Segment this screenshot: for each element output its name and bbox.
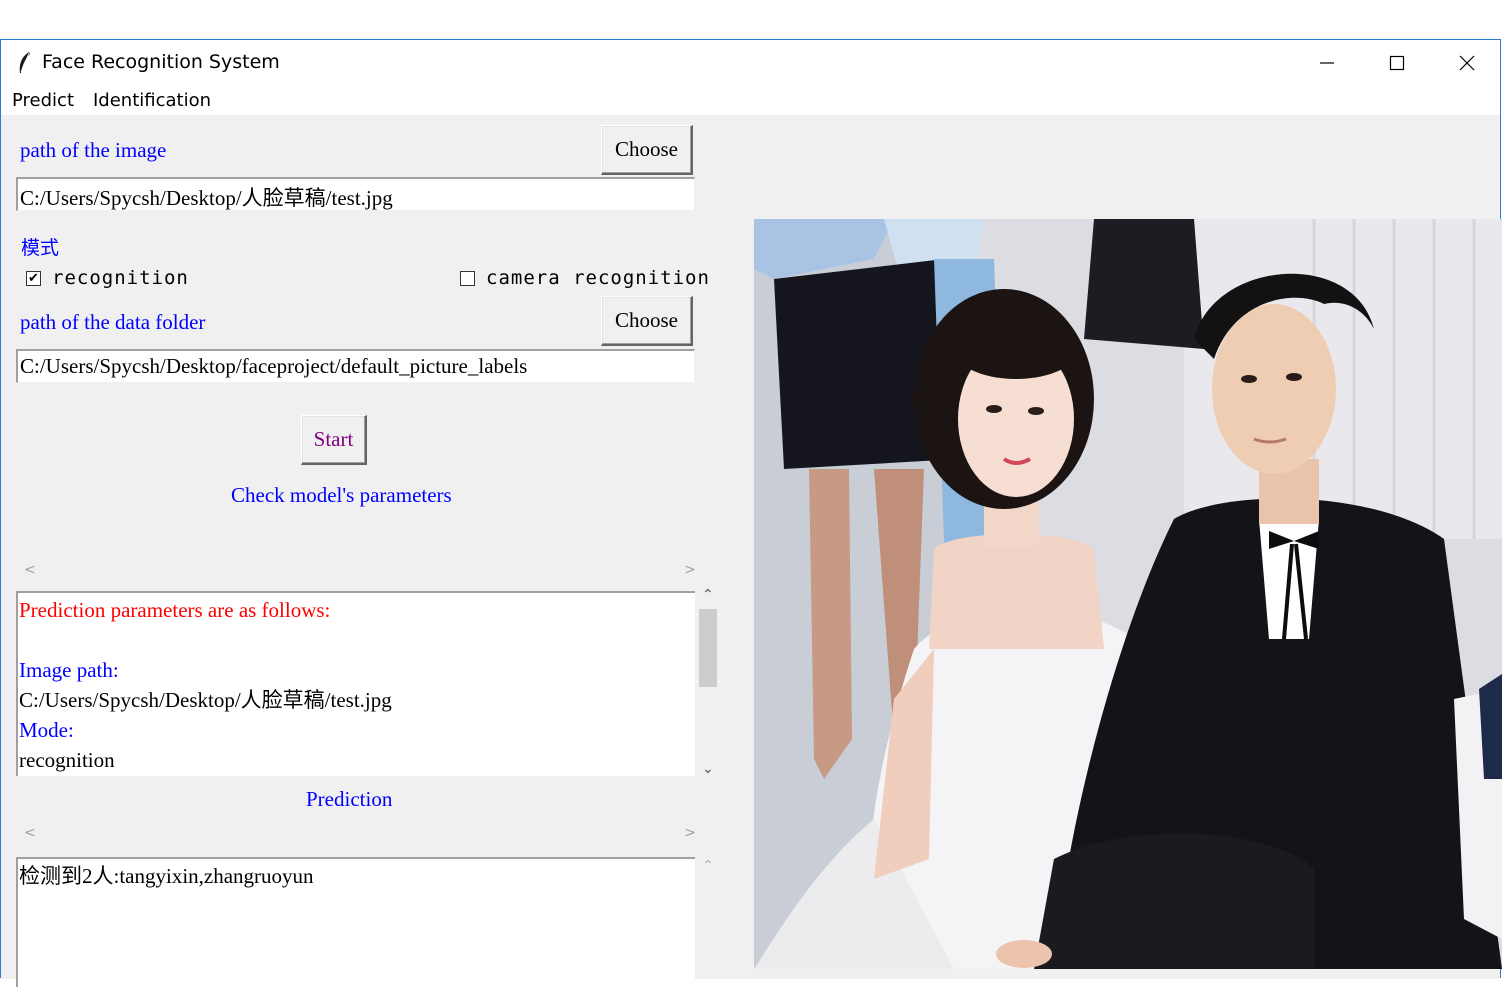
prediction-textbox[interactable]: 检测到2人:tangyixin,zhangruoyun (16, 857, 695, 987)
app-window: Face Recognition System Predict Identifi… (0, 39, 1502, 987)
menu-bar: Predict Identification (1, 85, 1500, 115)
face-photo (754, 219, 1502, 969)
choose-folder-button[interactable]: Choose (601, 296, 693, 346)
feather-icon (19, 52, 30, 73)
menu-identification[interactable]: Identification (93, 90, 211, 111)
maximize-button[interactable] (1363, 40, 1431, 85)
window-title: Face Recognition System (42, 51, 280, 73)
scroll-down-icon[interactable]: ⌄ (702, 761, 714, 777)
check-icon: ✔ (28, 271, 39, 286)
params-mode-value: recognition (19, 748, 115, 772)
prediction-label: Prediction (306, 787, 393, 811)
scroll-up-icon[interactable]: ⌃ (702, 587, 714, 603)
scroll-left-icon[interactable]: < (24, 562, 36, 578)
params-blank-line (19, 625, 694, 655)
start-button[interactable]: Start (301, 415, 367, 465)
minimize-button[interactable] (1293, 40, 1361, 85)
scroll-up-icon[interactable]: ⌃ (702, 858, 714, 874)
close-icon (1459, 55, 1475, 70)
data-folder-label: path of the data folder (20, 310, 206, 334)
data-folder-input[interactable]: C:/Users/Spycsh/Desktop/faceproject/defa… (16, 349, 695, 383)
params-scroll-thumb[interactable] (699, 609, 717, 687)
prediction-vertical-scrollbar[interactable]: ⌃ (697, 850, 719, 979)
recognition-checkbox-label: recognition (52, 267, 189, 289)
choose-image-button[interactable]: Choose (601, 125, 693, 175)
params-textbox[interactable]: Prediction parameters are as follows: Im… (16, 591, 695, 776)
camera-recognition-checkbox[interactable] (460, 271, 475, 286)
prediction-result: 检测到2人:tangyixin,zhangruoyun (19, 864, 314, 888)
title-bar: Face Recognition System (1, 40, 1500, 85)
image-path-input[interactable]: C:/Users/Spycsh/Desktop/人脸草稿/test.jpg (16, 177, 695, 211)
scroll-right-icon[interactable]: > (684, 825, 696, 841)
mode-label: 模式 (21, 237, 60, 259)
prediction-horizontal-scrollbar[interactable]: < > (16, 823, 704, 845)
camera-recognition-checkbox-label: camera recognition (486, 267, 710, 289)
face-photo-illustration (754, 219, 1502, 969)
params-image-path-key: Image path: (19, 658, 119, 682)
params-mode-key: Mode: (19, 718, 74, 742)
check-params-label[interactable]: Check model's parameters (231, 483, 452, 508)
maximize-icon (1389, 55, 1405, 70)
scroll-left-icon[interactable]: < (24, 825, 36, 841)
client-area: path of the image Choose C:/Users/Spycsh… (1, 115, 1502, 987)
params-heading: Prediction parameters are as follows: (19, 598, 331, 622)
image-path-label: path of the image (20, 138, 167, 162)
params-vertical-scrollbar[interactable]: ⌃ ⌄ (697, 583, 719, 779)
recognition-checkbox[interactable]: ✔ (26, 271, 41, 286)
params-image-path-value: C:/Users/Spycsh/Desktop/人脸草稿/test.jpg (19, 688, 392, 712)
scroll-right-icon[interactable]: > (684, 562, 696, 578)
minimize-icon (1320, 61, 1334, 64)
params-horizontal-scrollbar[interactable]: < > (16, 560, 704, 582)
menu-predict[interactable]: Predict (12, 90, 74, 111)
close-button[interactable] (1433, 40, 1501, 85)
